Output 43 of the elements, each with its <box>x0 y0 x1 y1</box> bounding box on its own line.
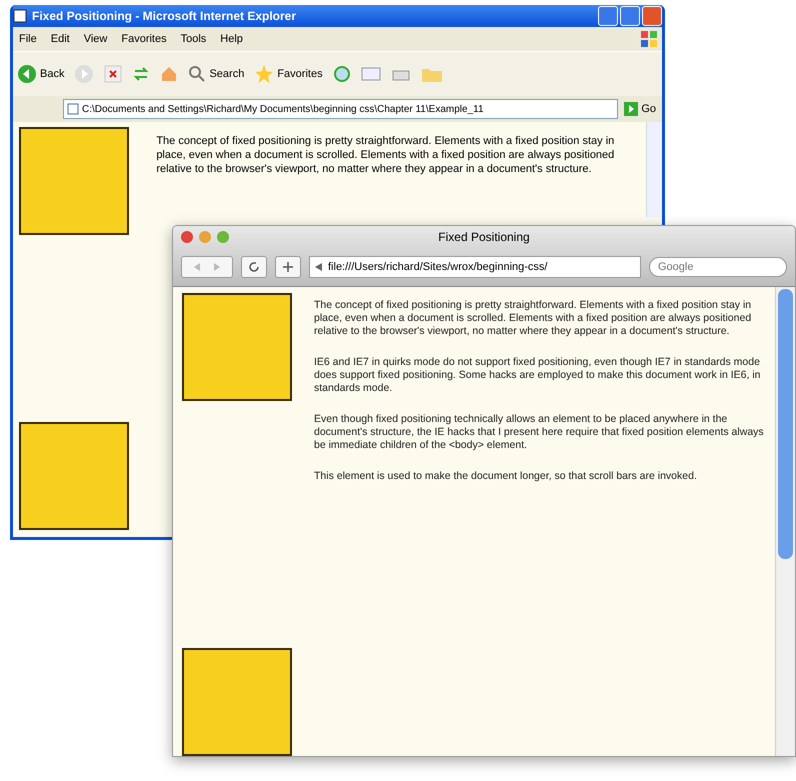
forward-icon[interactable] <box>74 64 94 84</box>
window-title: Fixed Positioning <box>438 230 530 244</box>
menu-item[interactable]: Favorites <box>121 33 167 45</box>
page-icon <box>67 103 79 115</box>
menu-item[interactable]: Tools <box>180 33 206 45</box>
back-forward-arrows-icon <box>192 262 222 272</box>
page-icon <box>13 9 27 23</box>
reload-button[interactable] <box>241 256 267 278</box>
windows-logo-icon <box>640 30 658 48</box>
back-forward-button[interactable] <box>181 256 233 278</box>
paragraph: Even though fixed positioning technically allows an element to be placed anywhere in the document's structure, the IE hacks that I present here require that fixed position elements always be immediate children of the <body> element. <box>314 413 765 452</box>
address-field[interactable]: C:\Documents and Settings\Richard\My Documents\beginning css\Chapter 11\Example_11 <box>63 99 618 119</box>
paragraph: The concept of fixed positioning is pretty straightforward. Elements with a fixed position stay in place, even when a document is scrolled. Elements with a fixed position are always positioned relative to the browser's viewport, no matter where they appear in a document's structure. <box>156 134 616 176</box>
reload-icon <box>248 261 260 273</box>
scrollbar[interactable] <box>775 287 795 756</box>
search-icon <box>188 65 206 83</box>
back-button[interactable]: Back <box>17 64 64 84</box>
menu-item[interactable]: View <box>84 33 108 45</box>
favorites-button[interactable]: Favorites <box>254 64 323 84</box>
close-button[interactable] <box>642 6 662 26</box>
menu-item[interactable]: File <box>19 33 37 45</box>
search-field[interactable]: Google <box>649 257 787 277</box>
home-icon[interactable] <box>160 65 178 83</box>
zoom-button[interactable] <box>217 231 229 243</box>
go-button[interactable]: Go <box>624 102 656 116</box>
close-button[interactable] <box>181 231 193 243</box>
minimize-button[interactable] <box>199 231 211 243</box>
paragraph: The concept of fixed positioning is pretty straightforward. Elements with a fixed position stay in place, even when a document is scrolled. Elements with a fixed position are always positioned relative to the browser's viewport, no matter where they appear in a document's structure. <box>314 299 752 338</box>
refresh-icon[interactable] <box>132 65 150 83</box>
window-title: Fixed Positioning - Microsoft Internet Explorer <box>32 9 298 23</box>
search-button[interactable]: Search <box>188 65 244 83</box>
paragraph: IE6 and IE7 in quirks mode do not support fixed positioning, even though IE7 in standards mode does support fixed positioning. Some hacks are employed to make this document work in IE6, in standards mode. <box>314 356 762 395</box>
plus-icon <box>282 261 294 273</box>
menu-item[interactable]: Edit <box>50 33 70 45</box>
menu-item[interactable]: Help <box>220 33 243 45</box>
scrollbar[interactable] <box>646 122 662 217</box>
minimize-button[interactable] <box>598 6 618 26</box>
star-icon <box>254 64 274 84</box>
maximize-button[interactable] <box>620 6 640 26</box>
add-bookmark-button[interactable] <box>275 256 301 278</box>
address-field[interactable]: file:///Users/richard/Sites/wrox/beginning-css/ <box>309 256 641 278</box>
paragraph: This element is used to make the document longer, so that scroll bars are invoked. <box>314 470 698 483</box>
stop-icon[interactable] <box>104 65 122 83</box>
